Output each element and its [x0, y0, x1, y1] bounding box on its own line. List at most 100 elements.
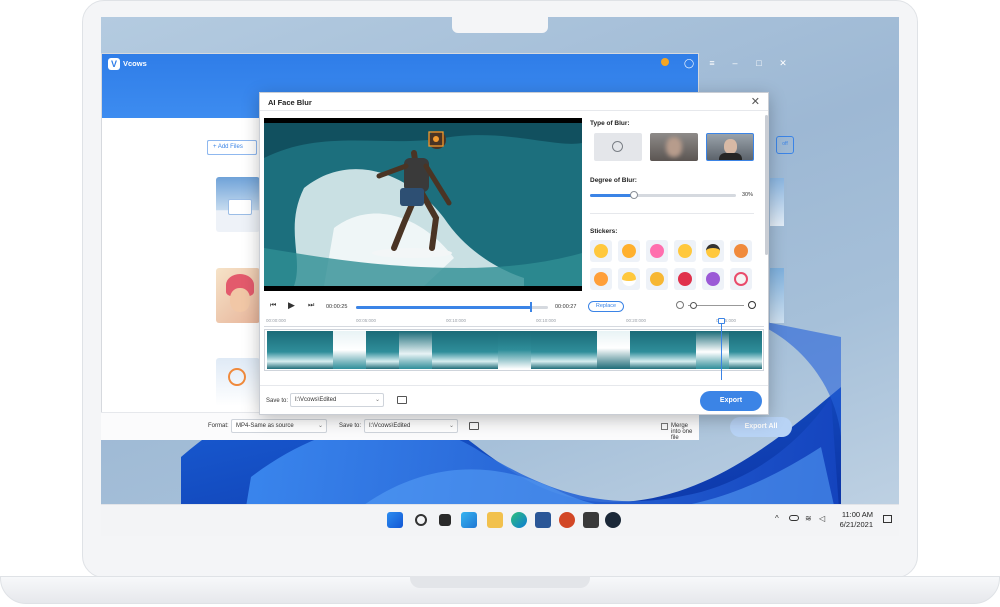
store-icon[interactable]	[583, 512, 599, 528]
sticker-emoji[interactable]	[646, 268, 668, 290]
wifi-icon[interactable]: ≋	[805, 514, 812, 523]
sticker-emoji[interactable]	[590, 240, 612, 262]
filmstrip-frame	[531, 331, 564, 369]
video-thumbnail[interactable]	[216, 177, 260, 232]
skip-forward-icon[interactable]: ⏭	[308, 302, 314, 310]
replace-button[interactable]: Replace	[588, 301, 624, 312]
face-shape	[724, 139, 737, 154]
zoom-in-icon[interactable]	[748, 301, 756, 309]
thumbnail-right	[770, 268, 784, 323]
export-button[interactable]: Export	[700, 391, 762, 411]
add-files-button[interactable]: + Add Files	[207, 140, 257, 155]
video-thumbnail[interactable]	[216, 358, 260, 406]
export-all-button[interactable]: Export All	[730, 417, 792, 437]
no-blur-icon	[612, 141, 623, 152]
windows-start-icon[interactable]	[387, 512, 403, 528]
sticker-emoji[interactable]	[674, 240, 696, 262]
gift-icon[interactable]	[658, 57, 672, 69]
tick-label: 00:00:000	[266, 318, 287, 323]
video-thumbnail[interactable]	[216, 268, 260, 323]
close-window-icon[interactable]: ✕	[776, 57, 790, 69]
progress-handle[interactable]	[529, 302, 532, 312]
sticker-emoji[interactable]	[590, 268, 612, 290]
sticker-emoji[interactable]	[618, 240, 640, 262]
app-logo-icon: V	[108, 58, 120, 70]
filmstrip-frame	[465, 331, 498, 369]
timeline-playhead[interactable]	[721, 318, 722, 380]
degree-value: 30%	[742, 192, 754, 198]
degree-slider-knob[interactable]	[629, 191, 638, 199]
tray-time[interactable]: 11:00 AM	[835, 510, 873, 519]
word-icon[interactable]	[535, 512, 551, 528]
dialog-save-to-path: I:\Vcows\Edited	[295, 397, 337, 403]
filmstrip-frame	[630, 331, 663, 369]
sticker-emoji[interactable]	[702, 240, 724, 262]
close-icon[interactable]: ✕	[751, 95, 760, 108]
maximize-icon[interactable]: □	[752, 57, 766, 69]
task-view-icon[interactable]	[439, 514, 451, 526]
widgets-icon[interactable]	[461, 512, 477, 528]
panel-scrollbar[interactable]	[765, 115, 768, 255]
video-preview[interactable]	[264, 118, 582, 291]
steam-icon[interactable]	[605, 512, 621, 528]
filmstrip-frame	[333, 331, 366, 369]
degree-of-blur-label: Degree of Blur:	[590, 177, 637, 184]
chevron-up-icon[interactable]: ^	[775, 514, 779, 523]
blur-none-option[interactable]	[594, 133, 642, 161]
zoom-slider-knob[interactable]	[690, 302, 697, 309]
chevron-down-icon: ⌄	[317, 423, 323, 429]
speedometer-icon	[228, 368, 246, 386]
timeline-ruler: 00:00:000 00:05:000 00:10:000 00:10:000 …	[264, 317, 764, 327]
account-icon[interactable]: ◯	[682, 57, 696, 69]
edge-browser-icon[interactable]	[511, 512, 527, 528]
folder-icon[interactable]	[469, 422, 479, 430]
sunglasses-emoji-icon	[706, 244, 720, 258]
sticker-emoji[interactable]	[618, 268, 640, 290]
sticker-emoji[interactable]	[730, 268, 752, 290]
folder-icon[interactable]	[397, 396, 407, 404]
play-icon[interactable]: ▶	[288, 300, 295, 311]
laptop-notch	[410, 576, 590, 588]
progress-fill	[356, 306, 531, 309]
save-to-label: Save to:	[339, 423, 362, 429]
file-explorer-icon[interactable]	[487, 512, 503, 528]
zoom-out-icon[interactable]	[676, 301, 684, 309]
format-select[interactable]: MP4-Same as source ⌄	[231, 419, 327, 433]
shout-emoji-icon	[594, 272, 608, 286]
cloud-icon[interactable]	[789, 515, 799, 521]
sick-emoji-icon	[734, 244, 748, 258]
powerpoint-icon[interactable]	[559, 512, 575, 528]
sticker-emoji[interactable]	[674, 268, 696, 290]
sticker-emoji[interactable]	[702, 268, 724, 290]
tick-label: 00:20:000	[626, 318, 647, 323]
skip-back-icon[interactable]: ⏮	[270, 302, 276, 310]
save-to-select[interactable]: I:\Vcows\Edited ⌄	[364, 419, 458, 433]
minimize-icon[interactable]: –	[728, 57, 742, 69]
filmstrip-frame	[498, 331, 531, 369]
filmstrip-frame	[267, 331, 300, 369]
timeline-filmstrip[interactable]	[264, 329, 764, 371]
tick-label: 00:10:000	[536, 318, 557, 323]
blur-face-option[interactable]	[706, 133, 754, 161]
volume-icon[interactable]: ◁	[819, 514, 825, 523]
sticker-emoji[interactable]	[730, 240, 752, 262]
total-time: 00:00:27	[555, 304, 577, 310]
blur-mosaic-option[interactable]	[650, 133, 698, 161]
dialog-save-to-select[interactable]: I:\Vcows\Edited ⌄	[290, 393, 384, 407]
type-of-blur-label: Type of Blur:	[590, 120, 630, 127]
playhead-handle[interactable]	[718, 318, 725, 324]
menu-icon[interactable]: ≡	[705, 57, 719, 69]
dialog-save-to-label: Save to:	[266, 398, 289, 404]
filmstrip-frame	[300, 331, 333, 369]
merge-checkbox[interactable]	[661, 423, 668, 430]
notification-icon[interactable]	[883, 515, 892, 523]
sticker-emoji[interactable]	[646, 240, 668, 262]
search-icon[interactable]	[415, 514, 427, 526]
mask-emoji-icon	[622, 272, 636, 286]
format-value: MP4-Same as source	[236, 423, 294, 429]
tray-date[interactable]: 6/21/2021	[835, 520, 873, 529]
filmstrip-frame	[564, 331, 597, 369]
gpu-accel-icon[interactable]: off	[776, 136, 794, 154]
save-to-path: I:\Vcows\Edited	[369, 423, 411, 429]
camera-notch	[452, 16, 548, 33]
